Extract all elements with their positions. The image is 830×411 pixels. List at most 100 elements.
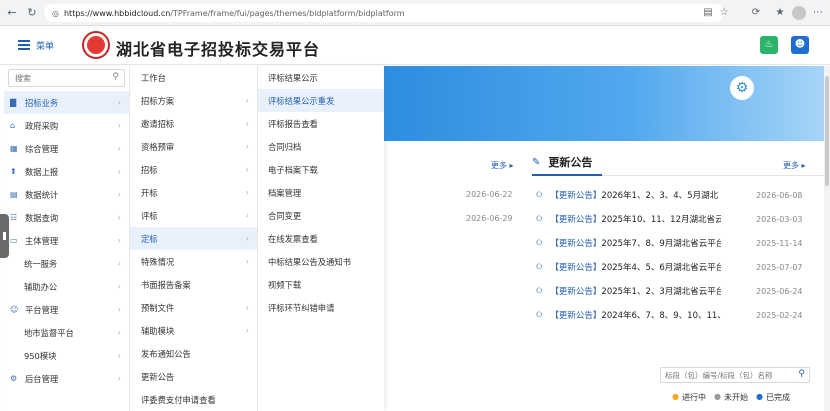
submenu2-item[interactable]: 评委费支付申请查看 — [130, 388, 257, 411]
submenu2-item-label: 评标 — [141, 210, 158, 221]
sidebar-item[interactable]: ☷ 数据查询 › — [4, 206, 129, 229]
legend-dot: ● — [755, 392, 763, 401]
update-title[interactable]: 2025年10、11、12月湖北省云 — [601, 213, 721, 225]
filter-input[interactable] — [661, 368, 791, 382]
submenu2-item[interactable]: 特殊情况 › — [130, 250, 257, 273]
chevron-right-icon: › — [117, 374, 121, 383]
extension-icon[interactable]: ⟳ — [748, 5, 764, 21]
drawer-handle[interactable] — [0, 214, 9, 258]
submenu2-item[interactable]: 开标 › — [130, 181, 257, 204]
url-host: https://www.hbbidcloud.cn — [63, 8, 171, 18]
submenu3-item[interactable]: 合同变更 — [258, 204, 384, 227]
chevron-right-icon: › — [117, 282, 121, 291]
submenu2-item[interactable]: 邀请招标 › — [130, 112, 257, 135]
sidebar-item-label: 地市监督平台 — [24, 327, 74, 338]
update-tag: 【更新公告】 — [550, 215, 602, 225]
sidebar-item[interactable]: ▤ 数据统计 › — [4, 183, 129, 206]
user-icon[interactable]: ☻ — [791, 36, 809, 54]
update-item[interactable]: ⭘ 【更新公告】 2025年10、11、12月湖北省云 2026-03-03 — [536, 212, 826, 226]
submenu2-item[interactable]: 辅助模块 › — [130, 319, 257, 342]
menu-button[interactable]: 菜单 — [18, 38, 54, 52]
update-tag: 【更新公告】 — [550, 263, 602, 273]
star-icon[interactable]: ☆ — [716, 5, 732, 21]
back-icon[interactable]: ← — [4, 6, 20, 19]
menu-label: 菜单 — [36, 41, 55, 52]
reload-icon[interactable]: ↻ — [24, 6, 40, 19]
emblem-logo — [82, 31, 110, 59]
update-title[interactable]: 2025年7、8、9月湖北省云平台 — [601, 237, 721, 249]
submenu2-item[interactable]: 资格预审 › — [130, 135, 257, 158]
sidebar-item[interactable]: 地市监督平台 › — [4, 321, 129, 344]
legend-label: 未开始 — [723, 393, 748, 402]
update-title[interactable]: 2025年4、5、6月湖北省云平台 — [601, 261, 721, 273]
search-icon[interactable]: ⚲ — [112, 72, 119, 82]
scrollbar[interactable] — [824, 66, 830, 411]
submenu2-item[interactable]: 书面报告备案 — [130, 273, 257, 296]
sidebar-item[interactable]: ⌂ 政府采购 › — [4, 114, 129, 137]
submenu2-item-label: 发布通知公告 — [141, 348, 191, 359]
submenu2-item[interactable]: 评标 › — [130, 204, 257, 227]
address-bar[interactable]: ◎ https://www.hbbidcloud.cn /TPFrame/fra… — [44, 4, 724, 22]
status-legend: ● 进行中 ● 未开始 ● 已完成 — [672, 392, 790, 403]
sidebar-item[interactable]: ⚙ 后台管理 › — [4, 367, 129, 390]
submenu3-item[interactable]: 在线发票查看 — [258, 227, 384, 250]
submenu3-item[interactable]: 视频下载 — [258, 273, 384, 296]
lock-icon: ◎ — [52, 8, 59, 18]
submenu3-item[interactable]: 档案管理 — [258, 181, 384, 204]
sidebar-item[interactable]: ▦ 综合管理 › — [4, 137, 129, 160]
sidebar-item[interactable]: ⬆ 数据上报 › — [4, 160, 129, 183]
chevron-right-icon: › — [245, 234, 249, 243]
submenu2-item[interactable]: 招标方案 › — [130, 89, 257, 112]
gear-icon[interactable]: ⚙ — [730, 76, 754, 100]
submenu-level-3: 评标结果公示 评标结果公示重发 评标报告查看 合同归档 电子档案下载 档案管理 合同变更 在线… — [258, 66, 384, 411]
chevron-right-icon: › — [117, 328, 121, 337]
reader-icon[interactable]: ▤ — [700, 5, 716, 21]
more-link-left[interactable]: 更多 ▸ — [491, 160, 514, 171]
submenu2-item[interactable]: 招标 › — [130, 158, 257, 181]
cog-icon: ⚙ — [10, 374, 18, 383]
more-link-updates[interactable]: 更多 ▸ — [783, 160, 806, 171]
submenu3-item[interactable]: 评标结果公示 — [258, 66, 384, 89]
sidebar-item[interactable]: 950模块 › — [4, 344, 129, 367]
submenu2-item-label: 特殊情况 — [141, 256, 175, 267]
submenu3-item[interactable]: 中标结果公告及通知书 — [258, 250, 384, 273]
update-title[interactable]: 2025年1、2、3月湖北省云平台 — [601, 285, 721, 297]
left-date-1: 2026-06-22 — [466, 190, 513, 199]
favorites-icon[interactable]: ★ — [772, 5, 788, 21]
bell-icon[interactable]: ♨ — [760, 36, 778, 54]
update-item[interactable]: ⭘ 【更新公告】 2025年4、5、6月湖北省云平台 2025-07-07 — [536, 260, 826, 274]
update-title[interactable]: 2026年1、2、3、4、5月湖北 — [601, 189, 721, 201]
more-icon[interactable]: ⋯ — [810, 5, 826, 21]
submenu3-item[interactable]: 评标结果公示重发 — [258, 89, 384, 112]
sidebar-item-label: 政府采购 — [25, 120, 59, 131]
update-item[interactable]: ⭘ 【更新公告】 2025年1、2、3月湖北省云平台 2025-06-24 — [536, 284, 826, 298]
search-icon[interactable]: ⚲ — [798, 369, 805, 379]
profile-avatar[interactable] — [792, 6, 806, 20]
chevron-right-icon: › — [245, 303, 249, 312]
chevron-right-icon: › — [117, 167, 121, 176]
sidebar-search-input[interactable] — [9, 70, 109, 86]
submenu3-item[interactable]: 电子档案下载 — [258, 158, 384, 181]
sidebar-item-label: 后台管理 — [25, 373, 59, 384]
sidebar-item[interactable]: ▇ 招标业务 › — [4, 91, 129, 114]
chevron-right-icon: › — [245, 257, 249, 266]
update-item[interactable]: ⭘ 【更新公告】 2025年7、8、9月湖北省云平台 2025-11-14 — [536, 236, 826, 250]
submenu2-item[interactable]: 工作台 — [130, 66, 257, 89]
sidebar-item[interactable]: ▭ 主体管理 › — [4, 229, 129, 252]
update-item[interactable]: ⭘ 【更新公告】 2026年1、2、3、4、5月湖北 2026-06-08 — [536, 188, 826, 202]
submenu3-item[interactable]: 评标环节纠错申请 — [258, 296, 384, 319]
sidebar-item[interactable]: 辅助办公 › — [4, 275, 129, 298]
submenu3-item[interactable]: 合同归档 — [258, 135, 384, 158]
sidebar-item[interactable]: 统一服务 › — [4, 252, 129, 275]
update-date: 2025-07-07 — [756, 262, 803, 272]
submenu2-item[interactable]: 定标 › — [130, 227, 257, 250]
submenu2-item[interactable]: 发布通知公告 — [130, 342, 257, 365]
update-title[interactable]: 2024年6、7、8、9、10、11、 — [601, 309, 721, 321]
submenu2-item[interactable]: 预制文件 › — [130, 296, 257, 319]
update-item[interactable]: ⭘ 【更新公告】 2024年6、7、8、9、10、11、 2025-02-24 — [536, 308, 826, 322]
sidebar-item[interactable]: ☺ 平台管理 › — [4, 298, 129, 321]
submenu3-item[interactable]: 评标报告查看 — [258, 112, 384, 135]
submenu2-item[interactable]: 更新公告 — [130, 365, 257, 388]
submenu2-item-label: 更新公告 — [141, 371, 175, 382]
chevron-right-icon: › — [117, 190, 121, 199]
